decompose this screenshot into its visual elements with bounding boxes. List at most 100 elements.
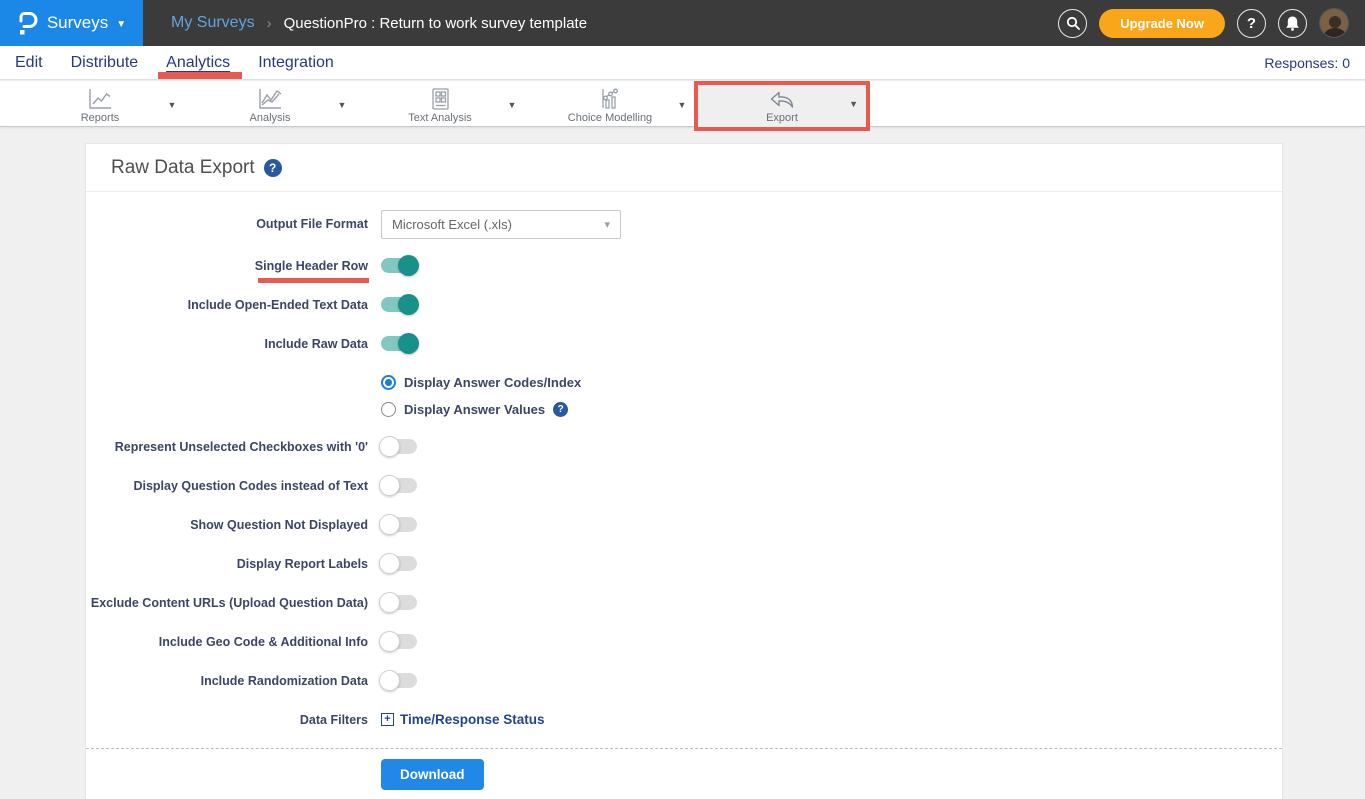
randomization-data-label: Include Randomization Data: [86, 674, 381, 688]
text-analysis-dropdown-caret[interactable]: ▼: [502, 96, 522, 114]
report-labels-toggle[interactable]: [381, 556, 417, 571]
geo-code-row: Include Geo Code & Additional Info: [86, 622, 1282, 661]
data-filters-row: Data Filters + Time/Response Status: [86, 700, 1282, 739]
bell-icon: [1285, 15, 1300, 31]
toolbar-choice-modelling-label: Choice Modelling: [568, 112, 652, 124]
choice-modelling-dropdown-caret[interactable]: ▼: [672, 96, 692, 114]
toolbar-reports-label: Reports: [81, 112, 120, 124]
exclude-content-urls-row: Exclude Content URLs (Upload Question Da…: [86, 583, 1282, 622]
single-header-row-label: Single Header Row: [86, 259, 381, 273]
open-ended-text-row: Include Open-Ended Text Data: [86, 285, 1282, 324]
unselected-checkboxes-label: Represent Unselected Checkboxes with '0': [86, 440, 381, 454]
question-codes-toggle[interactable]: [381, 478, 417, 493]
search-button[interactable]: [1058, 9, 1087, 38]
display-answer-values-option[interactable]: Display Answer Values ?: [381, 396, 1282, 423]
survey-title: QuestionPro : Return to work survey temp…: [284, 15, 587, 32]
expand-plus-icon: +: [381, 713, 394, 726]
analytics-toolbar: Reports ▼ Analysis ▼ Text Analysis ▼: [0, 80, 1365, 127]
toolbar-export[interactable]: Export: [766, 89, 798, 124]
answer-display-radio-group: Display Answer Codes/Index Display Answe…: [86, 363, 1282, 427]
exclude-content-urls-label: Exclude Content URLs (Upload Question Da…: [86, 596, 381, 610]
radio-unselected-icon[interactable]: [381, 402, 396, 417]
top-header: Surveys ▼ My Surveys › QuestionPro : Ret…: [0, 0, 1365, 46]
raw-data-export-panel: Raw Data Export ? Output File Format Mic…: [85, 143, 1283, 799]
help-button[interactable]: ?: [1237, 9, 1266, 38]
page-title: Raw Data Export: [111, 157, 255, 179]
download-row: Download: [86, 749, 1282, 799]
toolbar-analysis[interactable]: Analysis: [200, 84, 340, 126]
export-arrow-icon: [768, 89, 796, 111]
analysis-dropdown-caret[interactable]: ▼: [332, 96, 352, 114]
exclude-content-urls-toggle[interactable]: [381, 595, 417, 610]
toolbar-export-label: Export: [766, 112, 798, 124]
panel-title-row: Raw Data Export ?: [86, 144, 1282, 192]
tab-integration[interactable]: Integration: [258, 54, 334, 72]
reports-chart-icon: [87, 87, 113, 111]
output-format-value: Microsoft Excel (.xls): [392, 217, 512, 232]
include-raw-data-row: Include Raw Data: [86, 324, 1282, 363]
unselected-checkboxes-row: Represent Unselected Checkboxes with '0': [86, 427, 1282, 466]
upgrade-now-button[interactable]: Upgrade Now: [1099, 9, 1225, 38]
product-switcher[interactable]: Surveys ▼: [0, 0, 143, 46]
toolbar-text-analysis[interactable]: Text Analysis: [370, 84, 510, 126]
question-not-displayed-row: Show Question Not Displayed: [86, 505, 1282, 544]
question-mark-icon: ?: [1247, 15, 1256, 32]
toolbar-text-analysis-label: Text Analysis: [408, 112, 472, 124]
header-actions: Upgrade Now ?: [1058, 8, 1365, 38]
radio-selected-icon[interactable]: [381, 375, 396, 390]
data-filters-label: Data Filters: [86, 713, 381, 727]
chevron-down-icon: ▼: [116, 19, 126, 30]
search-icon: [1066, 16, 1080, 30]
breadcrumb-my-surveys[interactable]: My Surveys: [171, 14, 255, 32]
geo-code-toggle[interactable]: [381, 634, 417, 649]
single-header-row-annotation: [258, 278, 369, 283]
raw-data-export-help-icon[interactable]: ?: [264, 159, 282, 177]
output-format-label: Output File Format: [86, 217, 381, 231]
export-settings-form: Output File Format Microsoft Excel (.xls…: [86, 192, 1282, 799]
tab-distribute[interactable]: Distribute: [71, 54, 139, 72]
export-annotation-highlight: Export ▼: [694, 81, 870, 131]
unselected-checkboxes-toggle[interactable]: [381, 439, 417, 454]
toolbar-reports[interactable]: Reports: [30, 84, 170, 126]
breadcrumb-separator: ›: [267, 15, 272, 32]
tab-analytics[interactable]: Analytics: [166, 54, 230, 72]
single-header-row-toggle[interactable]: [381, 258, 417, 273]
question-not-displayed-toggle[interactable]: [381, 517, 417, 532]
notifications-button[interactable]: [1278, 9, 1307, 38]
display-answer-codes-option[interactable]: Display Answer Codes/Index: [381, 369, 1282, 396]
product-name: Surveys: [47, 13, 108, 33]
text-analysis-icon: [429, 87, 451, 111]
question-codes-label: Display Question Codes instead of Text: [86, 479, 381, 493]
question-codes-row: Display Question Codes instead of Text: [86, 466, 1282, 505]
include-raw-data-label: Include Raw Data: [86, 337, 381, 351]
single-header-row: Single Header Row: [86, 246, 1282, 285]
display-answer-values-label: Display Answer Values: [404, 402, 545, 417]
select-chevron-icon: ▾: [604, 218, 610, 231]
open-ended-text-label: Include Open-Ended Text Data: [86, 298, 381, 312]
questionpro-logo-icon: [17, 9, 39, 37]
report-labels-label: Display Report Labels: [86, 557, 381, 571]
user-avatar[interactable]: [1319, 8, 1349, 38]
report-labels-row: Display Report Labels: [86, 544, 1282, 583]
analysis-chart-icon: [257, 87, 283, 111]
export-dropdown-caret[interactable]: ▼: [849, 99, 858, 109]
survey-section-tabs: Edit Distribute Analytics Integration Re…: [0, 46, 1365, 80]
output-format-select[interactable]: Microsoft Excel (.xls) ▾: [381, 210, 621, 239]
randomization-data-toggle[interactable]: [381, 673, 417, 688]
reports-dropdown-caret[interactable]: ▼: [162, 96, 182, 114]
include-raw-data-toggle[interactable]: [381, 336, 417, 351]
responses-count: Responses: 0: [1264, 55, 1350, 71]
tab-edit[interactable]: Edit: [15, 54, 43, 72]
display-answer-codes-label: Display Answer Codes/Index: [404, 375, 581, 390]
geo-code-label: Include Geo Code & Additional Info: [86, 635, 381, 649]
open-ended-text-toggle[interactable]: [381, 297, 417, 312]
time-response-status-link[interactable]: + Time/Response Status: [381, 712, 545, 727]
choice-modelling-icon: [597, 87, 623, 111]
question-not-displayed-label: Show Question Not Displayed: [86, 518, 381, 532]
breadcrumb: My Surveys › QuestionPro : Return to wor…: [171, 14, 587, 32]
toolbar-choice-modelling[interactable]: Choice Modelling: [540, 84, 680, 126]
toolbar-analysis-label: Analysis: [250, 112, 291, 124]
answer-values-help-icon[interactable]: ?: [553, 402, 568, 417]
avatar-silhouette: [1320, 13, 1349, 38]
download-button[interactable]: Download: [381, 759, 484, 790]
